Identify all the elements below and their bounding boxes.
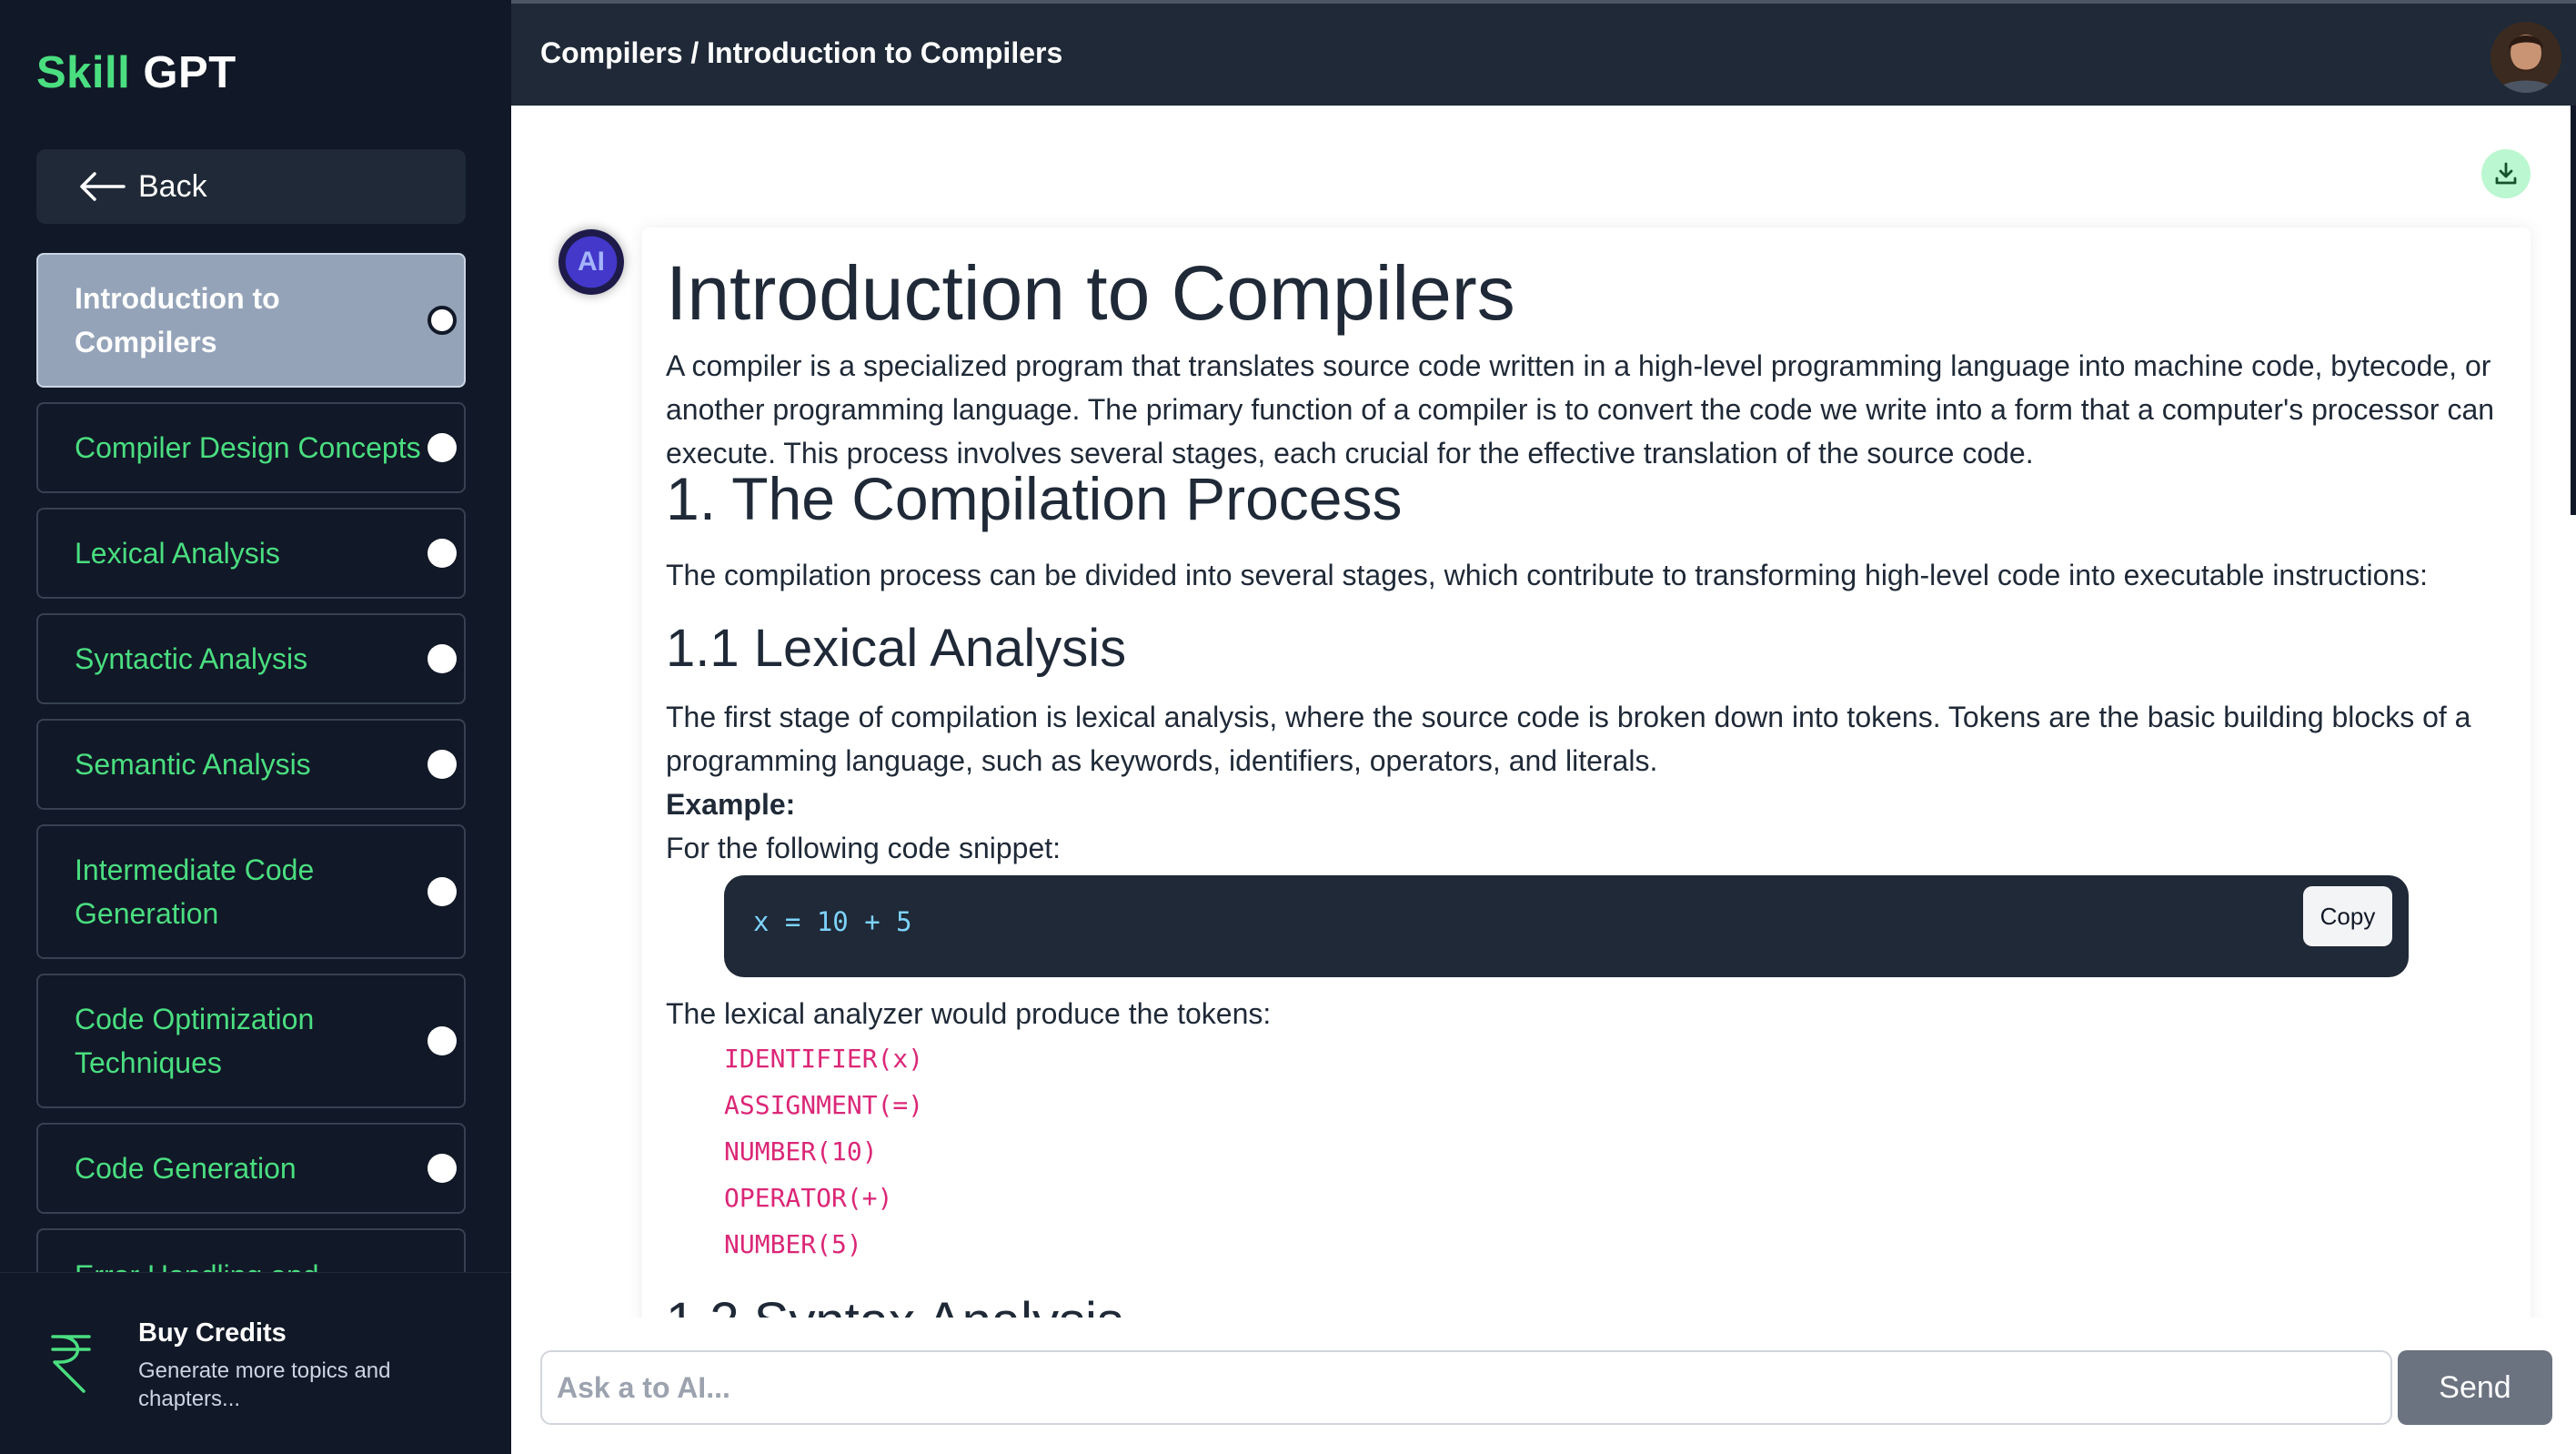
chapter-list[interactable]: Introduction to Compilers Compiler Desig…	[36, 253, 466, 1272]
buy-credits-subtitle: Generate more topics and chapters...	[138, 1358, 391, 1411]
sidebar: Skill GPT Back Introduction to Compilers…	[0, 0, 511, 1454]
back-button[interactable]: Back	[36, 149, 466, 224]
chapter-status-icon	[428, 750, 457, 779]
copy-button[interactable]: Copy	[2303, 886, 2392, 946]
chapter-item-error-handling[interactable]: Error Handling and	[36, 1228, 466, 1272]
chat-area: AI Introduction to Compilers A compiler …	[511, 106, 2576, 1318]
token-item: NUMBER(5)	[724, 1229, 862, 1259]
subsection-heading: 1.2 Syntax Analysis	[666, 1290, 1123, 1318]
token-list: IDENTIFIER(x) ASSIGNMENT(=) NUMBER(10) O…	[724, 1035, 923, 1267]
code-snippet: x = 10 + 5	[753, 906, 912, 937]
chapter-status-icon	[428, 539, 457, 568]
arrow-left-icon	[80, 172, 126, 201]
chat-input-bar: Send	[511, 1318, 2576, 1454]
chapter-item-lexical-analysis[interactable]: Lexical Analysis	[36, 508, 466, 599]
download-icon	[2495, 162, 2517, 185]
top-header: Compilers / Introduction to Compilers	[511, 0, 2576, 106]
chapter-label: Semantic Analysis	[75, 748, 311, 781]
rupee-icon	[51, 1335, 91, 1393]
article-title: Introduction to Compilers	[666, 250, 1515, 336]
subsection-heading: 1.1 Lexical Analysis	[666, 619, 1127, 678]
buy-credits[interactable]: Buy Credits Generate more topics and cha…	[0, 1272, 511, 1454]
chapter-label: Code Optimization Techniques	[75, 1003, 315, 1079]
chapter-item-introduction-to-compilers[interactable]: Introduction to Compilers	[36, 253, 466, 388]
code-block: x = 10 + 5 Copy	[724, 875, 2409, 977]
chapter-item-intermediate-code-generation[interactable]: Intermediate Code Generation	[36, 824, 466, 959]
token-item: OPERATOR(+)	[724, 1183, 893, 1213]
chapter-label: Intermediate Code Generation	[75, 853, 315, 930]
section-heading: 1. The Compilation Process	[666, 465, 1403, 532]
logo-gpt: GPT	[143, 48, 236, 97]
chapter-status-icon	[428, 433, 457, 462]
chapter-item-code-optimization-techniques[interactable]: Code Optimization Techniques	[36, 974, 466, 1108]
ai-message-card: Introduction to Compilers A compiler is …	[642, 227, 2531, 1318]
tokens-intro: The lexical analyzer would produce the t…	[666, 997, 1272, 1030]
chapter-label: Syntactic Analysis	[75, 642, 308, 675]
chapter-label: Compiler Design Concepts	[75, 431, 421, 464]
chapter-status-icon	[428, 1026, 457, 1055]
token-item: NUMBER(10)	[724, 1136, 878, 1166]
page-scrollbar[interactable]	[2571, 106, 2576, 515]
chapter-item-semantic-analysis[interactable]: Semantic Analysis	[36, 719, 466, 810]
chapter-status-icon	[428, 877, 457, 906]
token-item: IDENTIFIER(x)	[724, 1044, 924, 1074]
chapter-item-compiler-design-concepts[interactable]: Compiler Design Concepts	[36, 402, 466, 493]
example-intro: For the following code snippet:	[666, 832, 1062, 864]
buy-credits-title: Buy Credits	[138, 1318, 287, 1348]
ai-avatar: AI	[558, 229, 624, 295]
app-logo[interactable]: Skill GPT	[36, 47, 236, 98]
chapter-status-icon	[428, 644, 457, 673]
user-photo-icon	[2496, 35, 2556, 93]
chapter-label: Error Handling and	[75, 1254, 319, 1272]
lexical-paragraph: The first stage of compilation is lexica…	[666, 701, 2471, 777]
chapter-label: Lexical Analysis	[75, 537, 280, 570]
logo-skill: Skill	[36, 48, 131, 97]
example-label: Example:	[666, 788, 796, 821]
chapter-label: Introduction to Compilers	[75, 282, 280, 358]
send-button[interactable]: Send	[2398, 1350, 2552, 1425]
chapter-item-syntactic-analysis[interactable]: Syntactic Analysis	[36, 613, 466, 704]
chapter-label: Code Generation	[75, 1152, 297, 1185]
token-item: ASSIGNMENT(=)	[724, 1090, 924, 1120]
user-avatar[interactable]	[2490, 22, 2561, 93]
ask-ai-input[interactable]	[540, 1350, 2392, 1425]
section-paragraph: The compilation process can be divided i…	[666, 559, 2429, 591]
chapter-status-icon	[428, 306, 457, 335]
breadcrumb: Compilers / Introduction to Compilers	[540, 36, 1063, 69]
download-button[interactable]	[2481, 149, 2531, 198]
chapter-item-code-generation[interactable]: Code Generation	[36, 1123, 466, 1214]
intro-paragraph: A compiler is a specialized program that…	[666, 349, 2495, 470]
chapter-status-icon	[428, 1154, 457, 1183]
back-label: Back	[138, 168, 207, 204]
